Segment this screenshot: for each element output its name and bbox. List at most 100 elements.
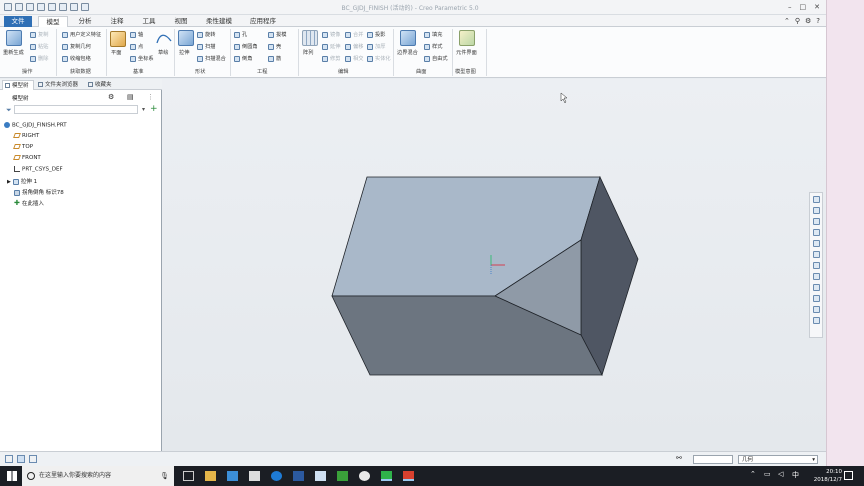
draft-button[interactable]: 拔模: [268, 31, 286, 38]
tab-annotate[interactable]: 注释: [104, 16, 130, 27]
microphone-icon[interactable]: 🎙: [160, 466, 169, 486]
tab-tools[interactable]: 工具: [136, 16, 162, 27]
group-model-intent[interactable]: 模型意图: [455, 68, 476, 75]
redo-icon[interactable]: [48, 3, 56, 11]
tab-model[interactable]: 模型: [38, 16, 68, 27]
repaint-icon[interactable]: [812, 229, 820, 236]
part-model[interactable]: [162, 79, 826, 451]
add-filter-icon[interactable]: +: [150, 104, 158, 114]
chevron-up-icon[interactable]: ⌃: [784, 17, 790, 25]
pattern-button[interactable]: 阵列: [303, 49, 313, 56]
thicken-button[interactable]: 加厚: [367, 43, 385, 50]
intersect-button[interactable]: 相交: [345, 55, 363, 62]
search-icon[interactable]: ⚲: [795, 17, 800, 25]
style-button[interactable]: 样式: [424, 43, 442, 50]
rib-button[interactable]: 筋: [268, 55, 281, 62]
new-icon[interactable]: [4, 3, 12, 11]
shell-button[interactable]: 壳: [268, 43, 281, 50]
project-button[interactable]: 投影: [367, 31, 385, 38]
open-icon[interactable]: [15, 3, 23, 11]
hole-button[interactable]: 孔: [234, 31, 247, 38]
fill-button[interactable]: 填充: [424, 31, 442, 38]
toggle-navigator-icon[interactable]: [5, 455, 13, 463]
tree-item-right-plane[interactable]: RIGHT: [13, 133, 39, 139]
window-icon[interactable]: [70, 3, 78, 11]
undo-icon[interactable]: [37, 3, 45, 11]
group-get-data[interactable]: 获取数据: [70, 68, 91, 75]
zoom-in-icon[interactable]: [812, 207, 820, 214]
full-screen-icon[interactable]: [29, 455, 37, 463]
network-icon[interactable]: ▭: [764, 470, 771, 478]
volume-icon[interactable]: ◁: [778, 470, 783, 478]
view-manager-icon[interactable]: [812, 262, 820, 269]
app-round-icon[interactable]: [359, 471, 370, 481]
extend-button[interactable]: 延伸: [322, 43, 340, 50]
trim-button[interactable]: 修剪: [322, 55, 340, 62]
selection-filter[interactable]: 几何 ▾: [738, 455, 818, 464]
tree-item-front-plane[interactable]: FRONT: [13, 155, 41, 161]
point-button[interactable]: 点: [130, 43, 143, 50]
settings-icon[interactable]: ⚙: [805, 17, 811, 25]
tree-item-extrude[interactable]: ▶ 拉伸 1: [7, 177, 37, 185]
extrude-button[interactable]: 拉伸: [179, 49, 189, 56]
boundary-blend-button[interactable]: 边界混合: [397, 49, 418, 56]
datum-display-icon[interactable]: [812, 284, 820, 291]
delete-button[interactable]: 删除: [30, 55, 48, 62]
tab-analysis[interactable]: 分析: [72, 16, 98, 27]
group-shapes[interactable]: 形状: [195, 68, 205, 75]
binoculars-icon[interactable]: ⚯: [676, 454, 682, 462]
help-icon[interactable]: ?: [816, 17, 820, 25]
ime-icon[interactable]: 中: [792, 470, 799, 480]
component-interface-button[interactable]: 元件界面: [456, 49, 477, 56]
tab-folder-browser[interactable]: 文件夹浏览器: [36, 80, 84, 90]
group-surfaces[interactable]: 曲面: [416, 68, 426, 75]
app-green-icon[interactable]: [337, 471, 348, 481]
regenerate-icon[interactable]: [59, 3, 67, 11]
toggle-browser-icon[interactable]: [17, 455, 25, 463]
close-icon[interactable]: ✕: [814, 3, 820, 11]
freestyle-button[interactable]: 自由式: [424, 55, 448, 62]
tree-item-insert-here[interactable]: ✚ 在此插入: [14, 199, 44, 207]
sweep-button[interactable]: 扫描: [197, 43, 215, 50]
taskbar-search[interactable]: 在这里输入你要搜索的内容 🎙: [22, 466, 174, 486]
spin-center-icon[interactable]: [812, 306, 820, 313]
group-engineering[interactable]: 工程: [257, 68, 267, 75]
tab-favorites[interactable]: 收藏夹: [86, 80, 120, 90]
file-explorer-icon[interactable]: [205, 471, 216, 481]
plane-button[interactable]: 平面: [111, 49, 121, 56]
section-icon[interactable]: [812, 317, 820, 324]
group-editing[interactable]: 编辑: [338, 68, 348, 75]
tree-item-top-plane[interactable]: TOP: [13, 144, 33, 150]
selection-mode-input[interactable]: [693, 455, 733, 464]
sketch-button[interactable]: 草绘: [158, 49, 168, 56]
regenerate-button[interactable]: 重新生成: [3, 49, 24, 56]
chevron-down-icon[interactable]: ▾: [142, 106, 145, 113]
minimize-icon[interactable]: –: [788, 3, 792, 11]
show-menu-icon[interactable]: ▤: [127, 93, 134, 101]
save-icon[interactable]: [26, 3, 34, 11]
paste-button[interactable]: 粘贴: [30, 43, 48, 50]
saved-orientations-icon[interactable]: [812, 251, 820, 258]
group-operations[interactable]: 操作: [22, 68, 32, 75]
expand-arrow-icon[interactable]: ▶: [7, 179, 11, 185]
tab-applications[interactable]: 应用程序: [245, 16, 281, 27]
tab-model-tree[interactable]: 模型树: [2, 80, 34, 90]
tab-flexible-modeling[interactable]: 柔性建模: [201, 16, 237, 27]
tree-filter-input[interactable]: [14, 105, 138, 114]
perspective-icon[interactable]: [812, 273, 820, 280]
tab-file[interactable]: 文件: [4, 16, 32, 27]
group-datum[interactable]: 基准: [133, 68, 143, 75]
ie-icon[interactable]: [293, 471, 304, 481]
swept-blend-button[interactable]: 扫描混合: [197, 55, 226, 62]
merge-button[interactable]: 合并: [345, 31, 363, 38]
app-icon[interactable]: [315, 471, 326, 481]
copy-geometry-button[interactable]: 复制几何: [62, 43, 91, 50]
tree-item-csys[interactable]: PRT_CSYS_DEF: [14, 166, 63, 173]
graphics-window[interactable]: [162, 79, 826, 451]
tree-item-part[interactable]: BC_GJDJ_FINISH.PRT: [4, 122, 67, 129]
shrinkwrap-button[interactable]: 收缩包络: [62, 55, 91, 62]
tree-settings-icon[interactable]: ⚙: [108, 93, 114, 101]
chamfer-button[interactable]: 倒角: [234, 55, 252, 62]
clock[interactable]: 20:10 2018/12/7: [814, 468, 842, 484]
offset-button[interactable]: 偏移: [345, 43, 363, 50]
